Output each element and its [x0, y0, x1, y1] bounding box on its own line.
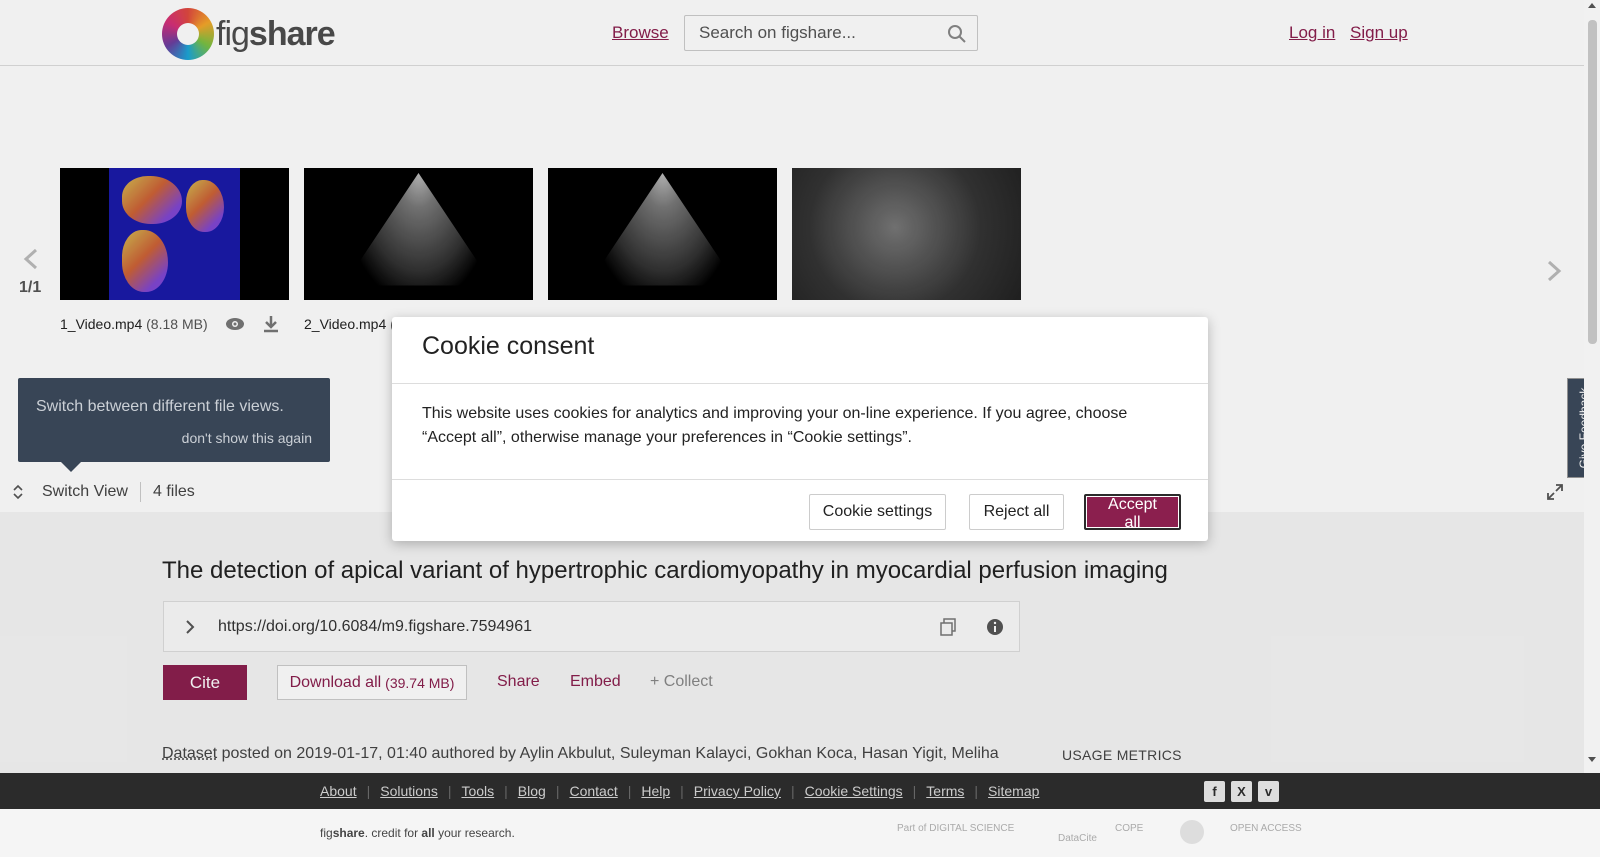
footer-link[interactable]: Solutions	[380, 783, 438, 799]
open-access-logo[interactable]: OPEN ACCESS	[1230, 823, 1302, 834]
footer-separator: |	[974, 783, 979, 799]
datacite-logo[interactable]: DataCite	[1058, 833, 1097, 844]
footer-tagline: figshare. credit for all your research.	[320, 826, 515, 840]
footer-link[interactable]: Sitemap	[988, 783, 1039, 799]
scrollbar-thumb[interactable]	[1588, 20, 1597, 344]
scroll-up-icon[interactable]	[1588, 3, 1596, 8]
reject-all-button[interactable]: Reject all	[969, 494, 1064, 530]
footer-separator: |	[555, 783, 560, 799]
footer-separator: |	[504, 783, 508, 799]
footer-link[interactable]: About	[320, 783, 357, 799]
footer-link[interactable]: Contact	[569, 783, 617, 799]
accept-all-button[interactable]: Accept all	[1084, 494, 1181, 531]
globe-icon[interactable]	[1180, 820, 1204, 844]
footer-link[interactable]: Privacy Policy	[694, 783, 781, 799]
digital-science-logo[interactable]: Part of DIGITAL SCIENCE	[897, 823, 1014, 834]
footer-nav: About | Solutions | Tools | Blog | Contact | Help |…	[0, 773, 1600, 809]
footer-separator: |	[790, 783, 795, 799]
footer-separator: |	[627, 783, 632, 799]
footer-separator: |	[447, 783, 452, 799]
footer-links: About | Solutions | Tools | Blog | Contact | Help |…	[320, 783, 1039, 799]
footer-separator: |	[680, 783, 684, 799]
modal-body: This website uses cookies for analytics …	[422, 405, 1128, 446]
modal-title: Cookie consent	[422, 332, 595, 360]
footer-separator: |	[912, 783, 917, 799]
vimeo-icon[interactable]: v	[1258, 781, 1279, 802]
footer-link[interactable]: Blog	[518, 783, 546, 799]
cope-logo[interactable]: COPE	[1115, 823, 1143, 834]
facebook-icon[interactable]: f	[1204, 781, 1225, 802]
footer-separator: |	[366, 783, 371, 799]
cookie-settings-button[interactable]: Cookie settings	[809, 494, 946, 530]
footer-bottom: figshare. credit for all your research. …	[0, 809, 1600, 857]
footer-link[interactable]: Tools	[461, 783, 494, 799]
footer-link[interactable]: Help	[641, 783, 670, 799]
footer-link[interactable]: Cookie Settings	[805, 783, 903, 799]
x-icon[interactable]: X	[1231, 781, 1252, 802]
footer-link[interactable]: Terms	[926, 783, 964, 799]
scroll-down-icon[interactable]	[1588, 757, 1596, 762]
cookie-consent-modal: Cookie consent This website uses cookies…	[392, 317, 1208, 541]
divider	[392, 479, 1208, 480]
divider	[392, 383, 1208, 384]
